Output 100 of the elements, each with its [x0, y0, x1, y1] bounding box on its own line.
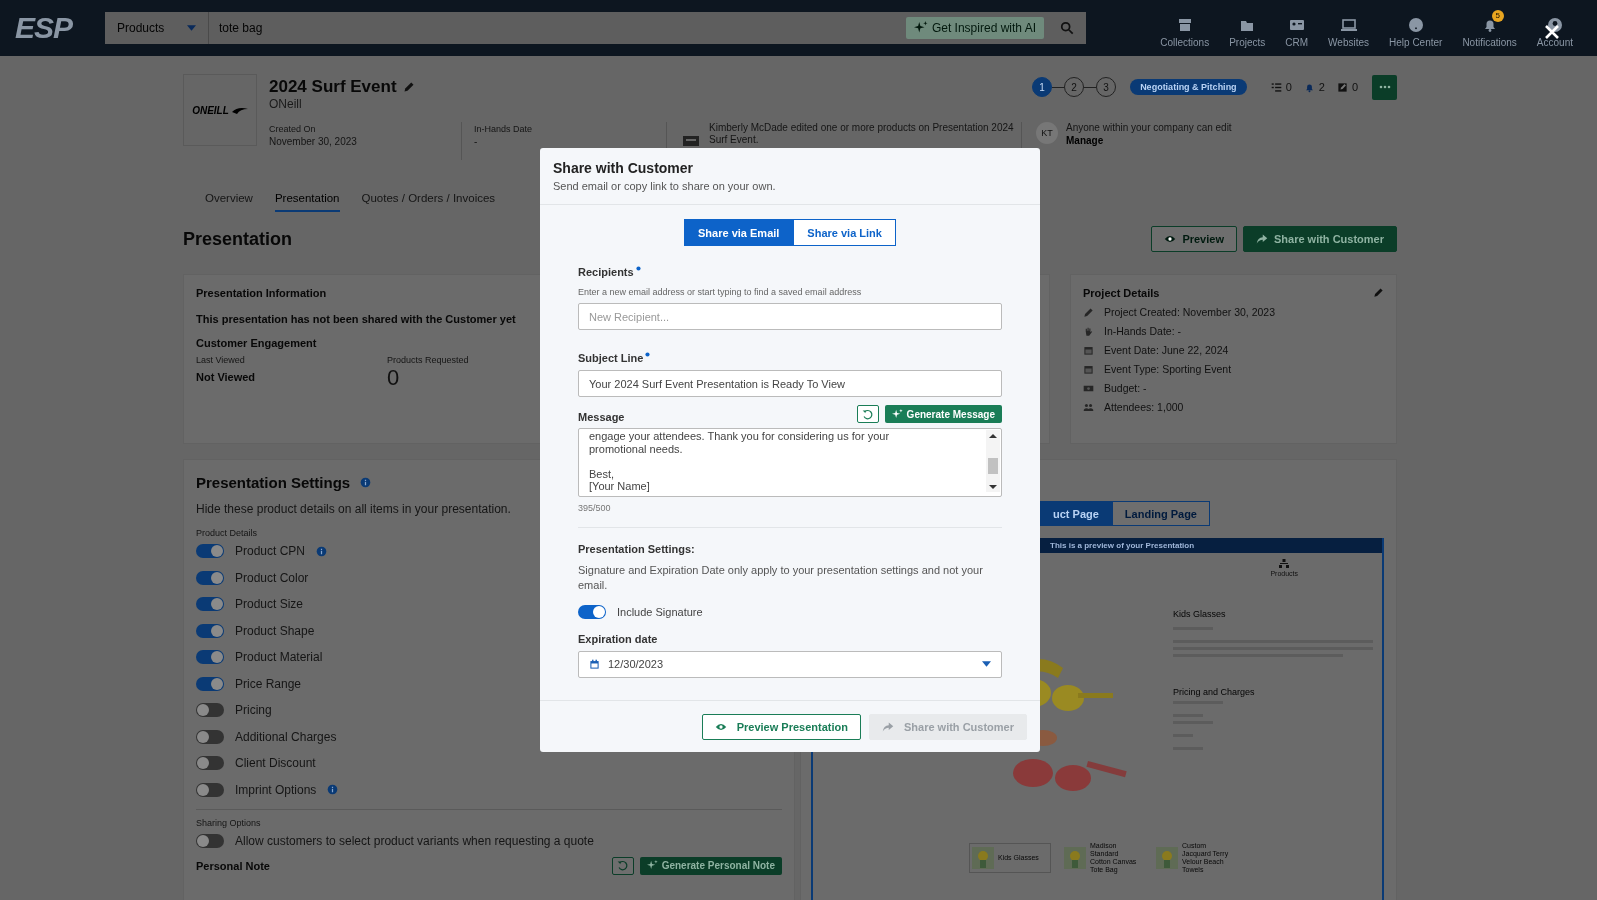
hand-icon: [1083, 325, 1094, 337]
card-title: Presentation Information: [196, 287, 327, 299]
caret-icon: [982, 661, 991, 667]
subject-field[interactable]: Your 2024 Surf Event Presentation is Ready To View: [578, 370, 1002, 397]
undo-button[interactable]: [611, 856, 634, 875]
description: Hide these product details on all items in your presentation.: [196, 502, 511, 516]
generate-button[interactable]: Generate Personal Note: [639, 856, 782, 875]
field-hint: Enter a new email address or start typing to find a saved email address: [578, 287, 862, 297]
preview-button[interactable]: Preview: [1151, 226, 1237, 252]
detail-text: In-Hands Date: -: [1104, 325, 1182, 337]
undo-icon: [617, 860, 629, 871]
group-label: Sharing Options: [196, 818, 261, 828]
field-label: Products Requested: [387, 355, 469, 365]
user-icon: [1546, 16, 1563, 33]
info-icon[interactable]: [327, 784, 339, 796]
undo-button[interactable]: [856, 405, 879, 423]
edit-icon[interactable]: [1373, 287, 1384, 298]
nav-item[interactable]: Websites: [1318, 8, 1380, 48]
tab[interactable]: uct Page: [1040, 501, 1112, 526]
required-icon: [645, 352, 651, 357]
share-button[interactable]: Share with Customer: [1242, 226, 1397, 252]
search-field[interactable]: tote bag: [209, 12, 906, 44]
toggle-switch[interactable]: [196, 703, 224, 718]
close-icon[interactable]: [1544, 24, 1560, 40]
people-icon: [1083, 401, 1094, 413]
tab[interactable]: Overview: [205, 192, 253, 212]
toggle-switch[interactable]: [196, 650, 224, 665]
project-title: 2024 Surf Event: [269, 77, 397, 97]
message-field[interactable]: engage your attendees. Thank you for considering us for your promotional needs. Best, [Your Name]: [578, 428, 1002, 497]
nav-item[interactable]: Notifications 5: [1452, 8, 1527, 48]
scrollbar[interactable]: [986, 430, 1000, 492]
toggle-switch[interactable]: [196, 834, 224, 849]
nav-item[interactable]: Help Center: [1379, 8, 1453, 48]
character-counter: 395/500: [578, 502, 611, 513]
toggle-label: Allow customers to select product variants when requesting a quote: [235, 834, 594, 849]
field-value: -: [474, 136, 478, 147]
toggle-switch[interactable]: [196, 676, 224, 691]
sparkle-icon: [646, 860, 658, 871]
product-title: Kids Glasses: [1173, 609, 1226, 619]
eye-icon: [1164, 233, 1177, 245]
toggle-switch[interactable]: [196, 597, 224, 612]
toggle-label: Additional Charges: [235, 729, 337, 744]
recipient-field[interactable]: New Recipient...: [578, 303, 1002, 330]
field-label: Message: [578, 411, 625, 423]
toggle-label: Client Discount: [235, 756, 316, 771]
category-dropdown[interactable]: Products: [105, 12, 209, 44]
step-indicator[interactable]: 1: [1032, 77, 1053, 97]
share-icon: [881, 721, 894, 733]
section-title: Presentation Settings:: [578, 542, 695, 555]
status-badge: Negotiating & Pitching: [1130, 79, 1247, 95]
manage-link[interactable]: Manage: [1066, 135, 1104, 146]
toggle-switch[interactable]: [196, 782, 224, 797]
company-name: ONeill: [269, 97, 302, 111]
toggle-label: Product Color: [235, 570, 309, 585]
info-icon[interactable]: [316, 545, 328, 557]
info-icon[interactable]: [360, 477, 372, 488]
detail-text: Event Type: Sporting Event: [1104, 363, 1232, 375]
section-title: Pricing and Charges: [1173, 687, 1255, 697]
toggle-label: Product Size: [235, 597, 304, 612]
company-logo: ONEILL: [183, 74, 257, 146]
field-value: Not Viewed: [196, 371, 256, 383]
more-icon: [1378, 85, 1391, 89]
segment-tab[interactable]: Share via Link: [793, 219, 896, 246]
ai-button[interactable]: Get Inspired with AI: [905, 17, 1044, 39]
detail-text: Project Created: November 30, 2023: [1104, 306, 1275, 318]
nav-item[interactable]: CRM: [1275, 8, 1319, 48]
pencil-icon: [1083, 306, 1094, 318]
detail-text: Attendees: 1,000: [1104, 401, 1184, 413]
logo[interactable]: ESP: [15, 11, 81, 45]
calendar-icon: [1083, 363, 1094, 375]
nav-item[interactable]: Collections: [1150, 8, 1220, 48]
section-title: Customer Engagement: [196, 337, 317, 349]
toggle-switch[interactable]: [196, 623, 224, 638]
toggle-switch[interactable]: [196, 544, 224, 559]
nav-item[interactable]: Projects: [1219, 8, 1276, 48]
help-icon: [1407, 16, 1424, 33]
tab[interactable]: Quotes / Orders / Invoices: [361, 192, 496, 212]
toggle-switch[interactable]: [196, 756, 224, 771]
tab[interactable]: Presentation: [274, 192, 340, 212]
nav-item[interactable]: Account: [1526, 8, 1583, 48]
more-button[interactable]: [1372, 74, 1397, 100]
toggle-switch[interactable]: [196, 729, 224, 744]
monitor-icon: [1340, 16, 1357, 33]
page-title: Presentation: [183, 228, 293, 250]
tab[interactable]: Landing Page: [1111, 501, 1210, 526]
share-notice: This presentation has not been shared with the Customer yet: [196, 313, 516, 325]
note-icon[interactable]: [1336, 81, 1348, 93]
toggle-switch[interactable]: [578, 604, 606, 619]
edit-icon[interactable]: [402, 81, 415, 93]
search-icon[interactable]: [1048, 12, 1086, 44]
preview-button[interactable]: Preview Presentation: [701, 714, 861, 740]
toggle-switch[interactable]: [196, 570, 224, 585]
date-field[interactable]: 12/30/2023: [578, 650, 1002, 678]
checklist-icon[interactable]: [1270, 81, 1282, 93]
segment-tab[interactable]: Share via Email: [684, 219, 794, 246]
share-icon: [1255, 233, 1268, 245]
detail-text: Budget: -: [1104, 382, 1147, 394]
toggle-label: Product CPN: [235, 544, 306, 559]
generate-button[interactable]: Generate Message: [884, 405, 1002, 423]
detail-text: Event Date: June 22, 2024: [1104, 344, 1229, 356]
